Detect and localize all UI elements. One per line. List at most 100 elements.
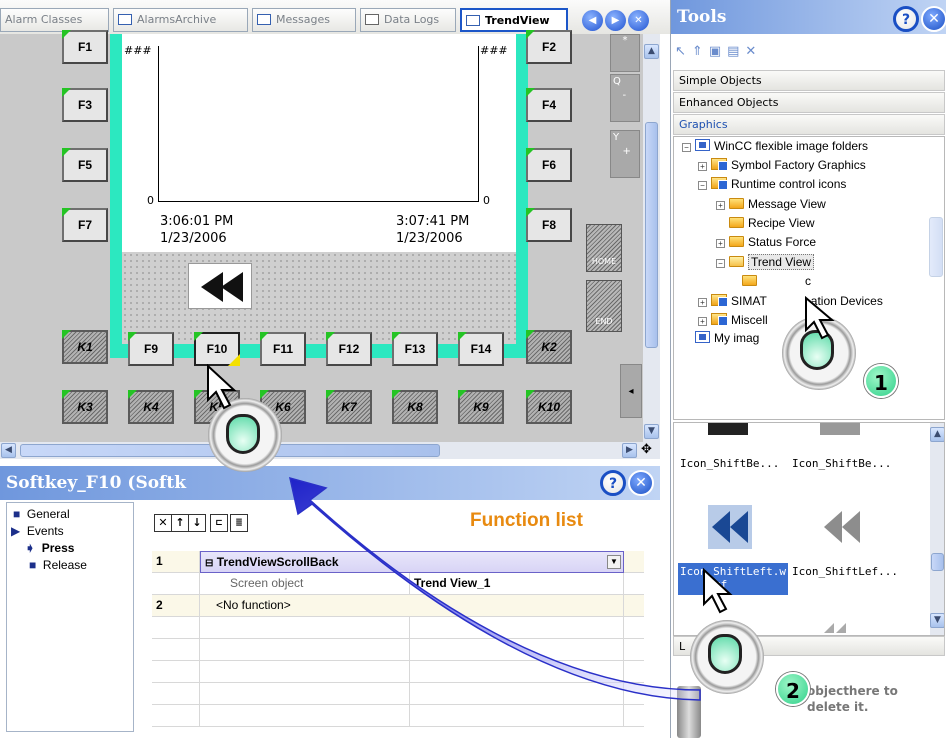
scroll-back-button[interactable] (188, 263, 252, 309)
log-icon (365, 14, 379, 25)
tab-alarms-archive[interactable]: AlarmsArchive (113, 8, 248, 32)
screen-icon (118, 14, 132, 25)
delete-function-icon[interactable]: ✕ (154, 514, 172, 532)
folder-icon (711, 177, 728, 190)
softkey-f7[interactable]: F7 (62, 208, 108, 242)
delete-icon[interactable]: ✕ (745, 44, 762, 59)
view-icon[interactable]: ▤ (727, 44, 745, 59)
tree-item-status-force[interactable]: + Status Force (716, 233, 816, 251)
image-label: Icon_ShiftBe... (680, 457, 780, 470)
table-row[interactable]: Screen object Trend View_1 (152, 573, 644, 595)
image-thumb[interactable] (708, 423, 748, 439)
table-row[interactable]: 2 <No function> (152, 595, 644, 617)
pointer-icon[interactable]: ↖ (675, 44, 692, 59)
close-icon[interactable]: ✕ (921, 6, 946, 32)
editor-horizontal-scrollbar[interactable]: ◀ ▶ ✥ (0, 442, 660, 459)
softkey-f13[interactable]: F13 (392, 332, 438, 366)
nav-general[interactable]: ■ General (13, 507, 70, 521)
folder-icon (729, 198, 744, 209)
image-thumb[interactable] (820, 505, 864, 549)
softkey-f10[interactable]: F10 (194, 332, 240, 366)
tree-item-root[interactable]: − WinCC flexible image folders (682, 137, 868, 155)
softkey-f8[interactable]: F8 (526, 208, 572, 242)
softkey-k7[interactable]: K7 (326, 390, 372, 424)
tab-alarm-classes[interactable]: Alarm Classes (0, 8, 109, 32)
screen-editor[interactable]: ### ### 0 0 3:06:01 PM 1/23/2006 3:07:41… (0, 30, 660, 446)
softkey-f5[interactable]: F5 (62, 148, 108, 182)
tab-scroll-right-icon[interactable]: ▶ (605, 10, 626, 31)
key-home[interactable]: HOME (586, 224, 622, 272)
help-icon[interactable]: ? (600, 470, 626, 496)
screen-object-value[interactable]: Trend View_1 (410, 573, 624, 595)
trend-view-toolbar-area (122, 252, 516, 344)
image-thumb[interactable] (820, 423, 860, 439)
tab-trendview[interactable]: TrendView (460, 8, 568, 32)
nav-press[interactable]: ➧ Press (25, 541, 74, 555)
tree-scroll-thumb[interactable] (929, 217, 943, 277)
insert-row-icon[interactable]: ⊏ (210, 514, 228, 532)
close-icon[interactable]: ✕ (628, 470, 654, 496)
section-graphics[interactable]: Graphics (673, 114, 945, 135)
tree-item-runtime-icons[interactable]: − Runtime control icons (698, 175, 846, 193)
tab-messages[interactable]: Messages (252, 8, 356, 32)
softkey-f12[interactable]: F12 (326, 332, 372, 366)
tree-item-recipe-view[interactable]: Recipe View (729, 214, 814, 232)
section-simple-objects[interactable]: Simple Objects (673, 70, 945, 91)
gallery-scroll-thumb[interactable] (931, 553, 944, 571)
key-zoom-out[interactable]: Q - (610, 74, 640, 122)
key-zoom-in[interactable]: Y + (610, 130, 640, 178)
tab-scroll-left-icon[interactable]: ◀ (582, 10, 603, 31)
scroll-right-icon[interactable]: ▶ (622, 443, 637, 458)
softkey-f4[interactable]: F4 (526, 88, 572, 122)
help-icon[interactable]: ? (893, 6, 919, 32)
tab-data-logs[interactable]: Data Logs (360, 8, 456, 32)
scroll-left-icon[interactable]: ◀ (1, 443, 16, 458)
close-tab-icon[interactable]: ✕ (628, 10, 649, 31)
softkey-k8[interactable]: K8 (392, 390, 438, 424)
tree-item-symbol-factory[interactable]: + Symbol Factory Graphics (698, 156, 866, 174)
scroll-up-icon[interactable]: ▲ (930, 427, 944, 442)
tree-item-trend-child[interactable]: c (742, 272, 811, 290)
softkey-f3[interactable]: F3 (62, 88, 108, 122)
image-thumb[interactable] (820, 619, 860, 635)
softkey-k9[interactable]: K9 (458, 390, 504, 424)
softkey-f9[interactable]: F9 (128, 332, 174, 366)
tree-item-misc[interactable]: + Miscell (698, 311, 768, 329)
key-arrow-left[interactable]: ◂ (620, 364, 642, 418)
upload-icon[interactable]: ⇑ (692, 44, 709, 59)
function-dropdown[interactable]: ⊟ TrendViewScrollBack ▼ (200, 551, 624, 573)
softkey-k3[interactable]: K3 (62, 390, 108, 424)
scroll-up-icon[interactable]: ▲ (644, 44, 659, 59)
list-icon[interactable]: ≣ (230, 514, 248, 532)
nav-events[interactable]: ▶ Events (11, 524, 64, 538)
tree-item-message-view[interactable]: + Message View (716, 195, 826, 213)
softkey-f6[interactable]: F6 (526, 148, 572, 182)
softkey-f2[interactable]: F2 (526, 30, 572, 64)
tree-item-my-images[interactable]: My imag (682, 329, 759, 347)
tree-item-trend-view[interactable]: − Trend View (716, 253, 815, 271)
chevron-down-icon[interactable]: ▼ (607, 555, 621, 569)
key-end[interactable]: END (586, 280, 622, 332)
nav-release[interactable]: ■ Release (29, 558, 87, 572)
section-enhanced-objects[interactable]: Enhanced Objects (673, 92, 945, 113)
image-thumb-selected[interactable] (708, 505, 752, 549)
softkey-k2[interactable]: K2 (526, 330, 572, 364)
scroll-down-icon[interactable]: ▼ (930, 613, 944, 628)
move-up-icon[interactable]: ↑ (171, 514, 189, 532)
move-down-icon[interactable]: ↓ (188, 514, 206, 532)
tree-item-simatic[interactable]: + SIMAT ation Devices (698, 292, 883, 310)
key-star[interactable]: * (610, 34, 640, 72)
softkey-k4[interactable]: K4 (128, 390, 174, 424)
move-icon[interactable]: ✥ (641, 442, 652, 457)
softkey-k1[interactable]: K1 (62, 330, 108, 364)
softkey-f11[interactable]: F11 (260, 332, 306, 366)
table-row[interactable]: 1 ⊟ TrendViewScrollBack ▼ (152, 551, 644, 573)
view-icon[interactable]: ▣ (709, 44, 727, 59)
vertical-scroll-thumb[interactable] (645, 122, 658, 348)
scroll-down-icon[interactable]: ▼ (644, 424, 659, 439)
softkey-f14[interactable]: F14 (458, 332, 504, 366)
editor-vertical-scrollbar[interactable]: ▲ ▼ (643, 34, 660, 446)
softkey-k10[interactable]: K10 (526, 390, 572, 424)
softkey-f1[interactable]: F1 (62, 30, 108, 64)
gallery-scrollbar[interactable]: ▲ ▼ (930, 423, 944, 635)
